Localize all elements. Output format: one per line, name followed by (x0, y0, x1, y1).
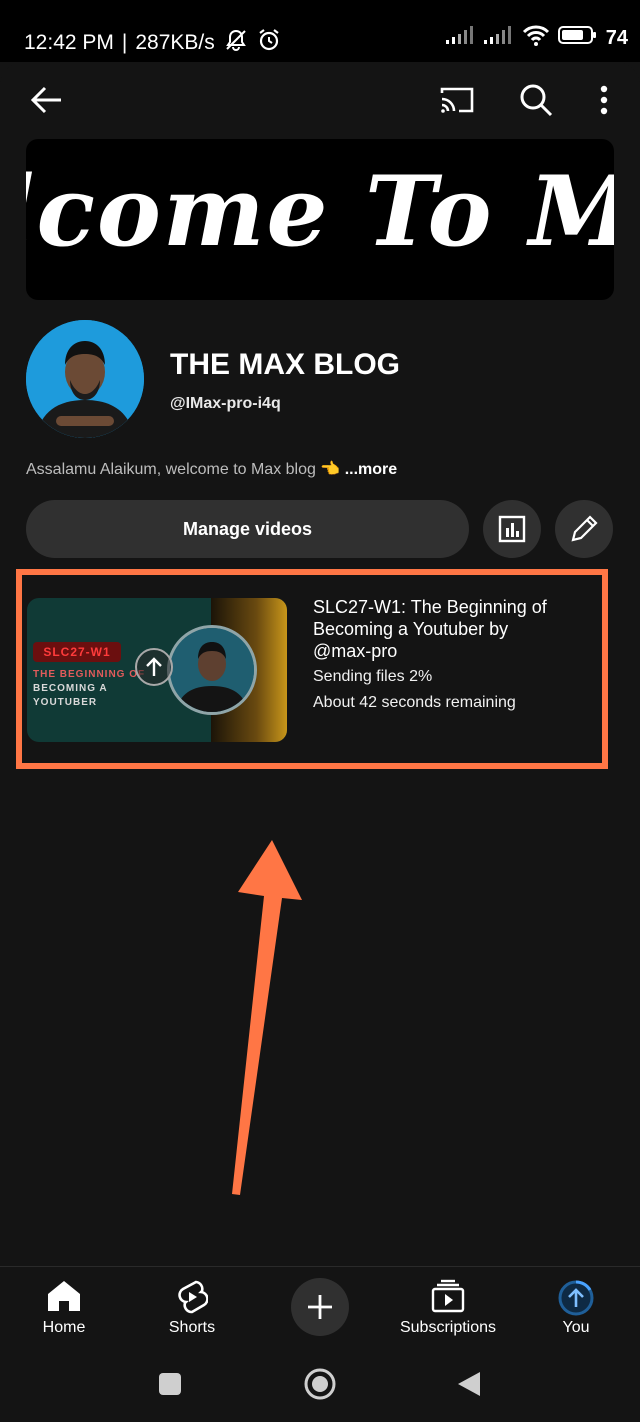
status-speed: 287KB/s (135, 31, 215, 54)
subscriptions-icon (384, 1279, 512, 1313)
square-icon (159, 1373, 181, 1395)
edit-channel-button[interactable] (555, 500, 613, 558)
more-options-button[interactable] (590, 80, 618, 120)
nav-you[interactable]: You (512, 1267, 640, 1357)
manage-videos-button[interactable]: Manage videos (26, 500, 469, 558)
battery-icon (557, 25, 598, 51)
status-bar: 12:42 PM | 287KB/s 74 (0, 0, 640, 62)
nav-shorts-label: Shorts (168, 1319, 216, 1336)
system-home-button[interactable] (303, 1367, 337, 1406)
channel-name: THE MAX BLOG (170, 348, 400, 381)
channel-handle: @IMax-pro-i4q (170, 395, 281, 412)
create-button[interactable] (291, 1278, 349, 1336)
cast-button[interactable] (436, 80, 478, 120)
banner-text: lcome To My W (26, 155, 614, 268)
triangle-back-icon (458, 1372, 480, 1396)
annotation-highlight-box (16, 569, 608, 769)
nav-home-label: Home (42, 1319, 86, 1336)
wifi-icon (522, 24, 550, 52)
back-button[interactable] (26, 80, 66, 120)
channel-description[interactable]: Assalamu Alaikum, welcome to Max blog 👈 … (26, 459, 397, 479)
home-icon (0, 1279, 128, 1313)
status-left: 12:42 PM | 287KB/s (24, 28, 281, 58)
app-bar (0, 62, 640, 142)
cast-icon (440, 87, 474, 113)
upload-progress-icon (512, 1279, 640, 1317)
description-text: Assalamu Alaikum, welcome to Max blog 👈 (26, 461, 341, 478)
system-back-button[interactable] (456, 1370, 482, 1403)
more-link[interactable]: ...more (345, 461, 397, 478)
analytics-button[interactable] (483, 500, 541, 558)
nav-subscriptions[interactable]: Subscriptions (384, 1267, 512, 1357)
circle-icon (304, 1368, 336, 1400)
search-icon (520, 84, 553, 117)
nav-home[interactable]: Home (0, 1267, 128, 1357)
recents-button[interactable] (158, 1372, 182, 1401)
status-separator: | (121, 31, 128, 54)
analytics-icon (498, 515, 526, 543)
mute-bell-icon (223, 28, 249, 58)
plus-icon (308, 1295, 332, 1319)
channel-banner: lcome To My W (26, 139, 614, 300)
battery-level: 74 (605, 26, 628, 49)
signal-icon (445, 26, 476, 50)
annotation-arrow (232, 840, 302, 1195)
status-right: 74 (445, 24, 628, 52)
arrow-left-icon (30, 86, 61, 114)
search-button[interactable] (516, 80, 556, 120)
channel-avatar[interactable] (26, 320, 144, 438)
signal-icon-2 (483, 26, 514, 50)
alarm-icon (257, 28, 281, 58)
system-navigation (0, 1356, 640, 1422)
nav-you-label: You (562, 1319, 590, 1336)
more-vertical-icon (600, 85, 608, 115)
nav-subscriptions-label: Subscriptions (399, 1319, 497, 1336)
nav-shorts[interactable]: Shorts (128, 1267, 256, 1357)
avatar-person-image (26, 320, 144, 438)
status-time: 12:42 PM (24, 31, 114, 54)
pencil-icon (571, 515, 598, 542)
shorts-icon (128, 1279, 256, 1315)
